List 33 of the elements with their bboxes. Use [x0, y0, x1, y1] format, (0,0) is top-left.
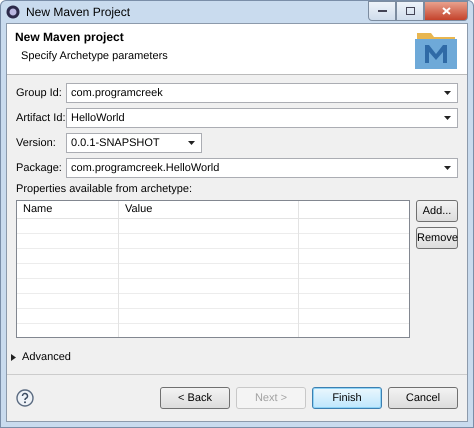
table-button[interactable]: Remove [416, 227, 458, 249]
dialog-button[interactable]: Cancel [388, 387, 458, 409]
dropdown-arrow-icon[interactable] [444, 166, 451, 170]
window-title: New Maven Project [26, 5, 132, 19]
app-icon [6, 5, 20, 19]
properties-label: Properties available from archetype: [16, 183, 194, 195]
dropdown-arrow-icon[interactable] [444, 91, 451, 95]
field-label: Package: [16, 162, 63, 174]
column-header[interactable]: Value [119, 201, 299, 218]
field-label: Artifact Id: [16, 112, 66, 124]
minimize-icon [378, 10, 386, 12]
combo-box[interactable]: com.programcreek.HelloWorld [66, 158, 458, 178]
maximize-icon [406, 7, 414, 15]
combo-box[interactable]: com.programcreek [66, 83, 458, 103]
close-icon [442, 7, 450, 15]
maximize-button[interactable] [396, 1, 424, 21]
dropdown-arrow-icon[interactable] [188, 141, 195, 145]
help-icon[interactable] [16, 389, 34, 407]
column-header[interactable]: Name [17, 201, 119, 218]
field-label: Group Id: [16, 87, 63, 99]
close-button[interactable] [424, 1, 468, 21]
advanced-label[interactable]: Advanced [22, 351, 71, 363]
dropdown-arrow-icon[interactable] [444, 116, 451, 120]
combo-box[interactable]: 0.0.1-SNAPSHOT [66, 133, 202, 153]
minimize-button[interactable] [368, 1, 396, 21]
field-label: Version: [16, 137, 57, 149]
table-button[interactable]: Add... [416, 200, 458, 222]
combo-box[interactable]: HelloWorld [66, 108, 458, 128]
dialog-button[interactable]: Finish [312, 387, 382, 409]
dialog-button[interactable]: < Back [160, 387, 230, 409]
page-title: New Maven project [15, 30, 125, 44]
page-subtitle: Specify Archetype parameters [20, 50, 169, 62]
expand-arrow-icon[interactable] [10, 354, 17, 360]
